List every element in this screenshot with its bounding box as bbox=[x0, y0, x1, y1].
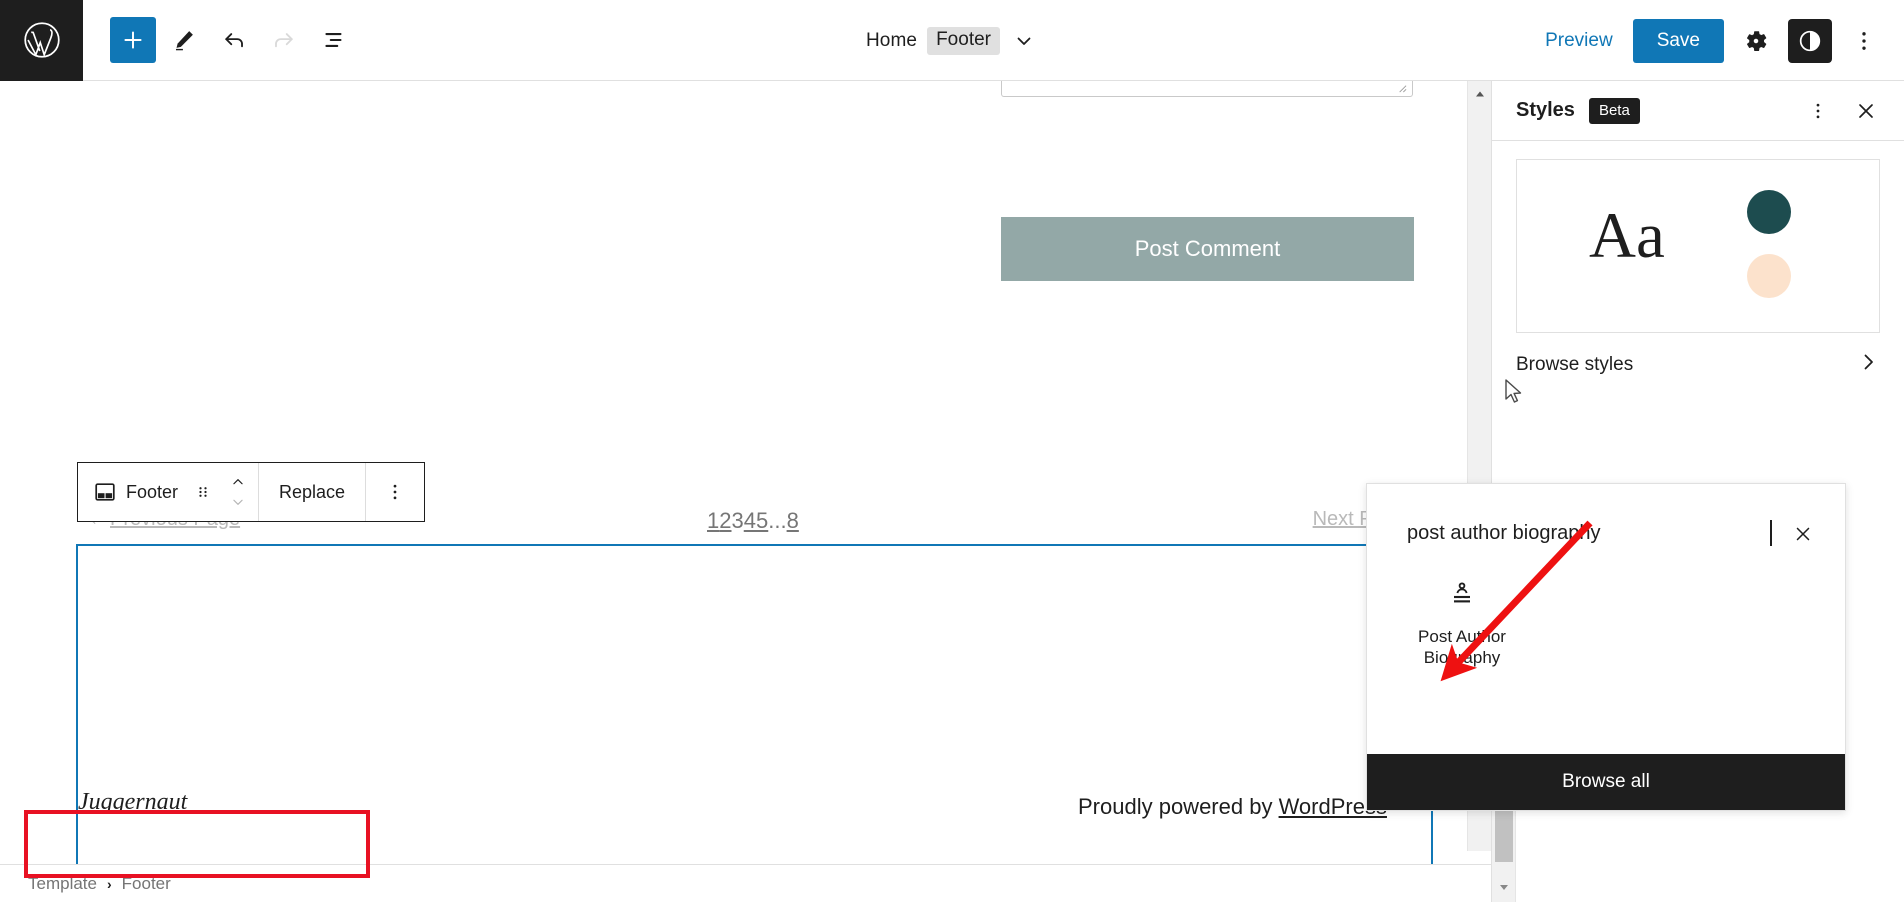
editor-scroll-region: Post Comment ← Previous Page 12345...8 N… bbox=[0, 81, 1491, 902]
breadcrumb-item-footer[interactable]: Footer bbox=[122, 874, 171, 894]
three-dots-vertical-icon[interactable] bbox=[1840, 17, 1888, 65]
template-part-icon[interactable] bbox=[78, 480, 118, 504]
document-home-label: Home bbox=[865, 29, 918, 51]
post-comment-button[interactable]: Post Comment bbox=[1001, 217, 1414, 281]
quick-block-inserter-popover: Post Author Biography Browse all bbox=[1366, 483, 1846, 811]
block-toolbar-replace-group: Replace bbox=[259, 463, 367, 521]
wordpress-site-editor: Home Footer Preview Save Post Comment 12… bbox=[0, 0, 1904, 902]
inserter-result-label: Post Author Biography bbox=[1418, 627, 1506, 668]
close-x-icon[interactable] bbox=[1785, 516, 1821, 552]
typography-sample: Aa bbox=[1589, 200, 1665, 272]
pencil-icon[interactable] bbox=[162, 18, 206, 62]
beta-badge: Beta bbox=[1588, 97, 1640, 124]
site-title-link[interactable]: Juggernaut bbox=[78, 789, 187, 816]
primary-color-swatch bbox=[1747, 190, 1791, 234]
top-bar-right-actions: Preview Save bbox=[1531, 0, 1904, 81]
preview-button[interactable]: Preview bbox=[1531, 22, 1627, 60]
block-inserter-toggle[interactable] bbox=[110, 17, 156, 63]
block-toolbar-left-group: Footer bbox=[78, 463, 260, 521]
three-dots-vertical-icon[interactable] bbox=[366, 481, 424, 503]
footer-template-part-block[interactable]: Juggernaut Proudly powered by WordPress … bbox=[76, 544, 1433, 902]
block-movers bbox=[218, 475, 258, 509]
block-toolbar-block-label: Footer bbox=[126, 481, 179, 502]
browse-styles-label: Browse styles bbox=[1516, 354, 1634, 375]
editor-top-bar: Home Footer Preview Save bbox=[0, 0, 1904, 81]
three-dots-vertical-icon[interactable] bbox=[1796, 89, 1840, 133]
wordpress-logo-icon[interactable] bbox=[0, 0, 83, 81]
text-cursor-caret bbox=[1770, 520, 1772, 546]
pagination-numbers[interactable]: 12345...8 bbox=[707, 508, 799, 534]
powered-prefix: Proudly powered by bbox=[1078, 794, 1279, 819]
post-author-biography-icon bbox=[1445, 578, 1479, 612]
sidebar-vertical-scrollbar[interactable] bbox=[1492, 802, 1516, 902]
chevron-down-icon[interactable] bbox=[227, 495, 249, 509]
gear-icon[interactable] bbox=[1732, 17, 1780, 65]
pagination-ellipsis: ... bbox=[768, 508, 787, 533]
secondary-color-swatch bbox=[1747, 254, 1791, 298]
page-number[interactable]: 5 bbox=[756, 508, 768, 533]
browse-all-button[interactable]: Browse all bbox=[1367, 754, 1845, 810]
save-button[interactable]: Save bbox=[1632, 18, 1724, 63]
chevron-right-icon bbox=[1856, 350, 1880, 380]
chevron-up-icon[interactable] bbox=[227, 475, 249, 489]
browse-styles-button[interactable]: Browse styles bbox=[1492, 333, 1904, 397]
editor-canvas: Post Comment ← Previous Page 12345...8 N… bbox=[0, 81, 1491, 902]
styles-sidebar-body: Aa bbox=[1492, 141, 1904, 333]
block-toolbar-more-group bbox=[366, 463, 424, 521]
page-number-current: 3 bbox=[731, 508, 744, 533]
close-x-icon[interactable] bbox=[1844, 89, 1888, 133]
page-number[interactable]: 2 bbox=[719, 508, 731, 533]
page-number[interactable]: 1 bbox=[707, 508, 719, 533]
powered-by-text: Proudly powered by WordPress bbox=[1078, 794, 1387, 820]
styles-sidebar-header: Styles Beta bbox=[1492, 81, 1904, 141]
inserter-search-input[interactable] bbox=[1407, 522, 1737, 545]
resize-grip-icon bbox=[1399, 85, 1407, 93]
comment-textarea[interactable] bbox=[1001, 81, 1413, 97]
document-template-chip[interactable]: Footer bbox=[927, 26, 1000, 55]
list-view-icon[interactable] bbox=[312, 18, 356, 62]
page-number-last[interactable]: 8 bbox=[787, 508, 799, 533]
page-number[interactable]: 4 bbox=[744, 508, 756, 533]
drag-handle-icon[interactable] bbox=[188, 482, 218, 502]
scrollbar-thumb[interactable] bbox=[1495, 806, 1513, 862]
breadcrumb-item-template[interactable]: Template bbox=[28, 874, 97, 894]
inserter-result-post-author-biography[interactable]: Post Author Biography bbox=[1407, 578, 1517, 669]
inserter-search-row bbox=[1367, 484, 1845, 552]
replace-button[interactable]: Replace bbox=[259, 482, 365, 503]
block-toolbar: Footer Replace bbox=[77, 462, 426, 522]
styles-header-actions bbox=[1796, 89, 1888, 133]
scroll-up-arrow-icon[interactable] bbox=[1468, 85, 1492, 103]
inserter-results-list: Post Author Biography bbox=[1367, 552, 1845, 669]
styles-panel-title: Styles bbox=[1516, 99, 1575, 121]
chevron-down-icon[interactable] bbox=[1010, 27, 1038, 55]
breadcrumb: Template › Footer bbox=[0, 864, 1491, 902]
style-preview-card[interactable]: Aa bbox=[1516, 159, 1880, 333]
contrast-half-circle-icon[interactable] bbox=[1788, 18, 1832, 63]
undo-arrow-icon[interactable] bbox=[212, 18, 256, 62]
redo-arrow-icon[interactable] bbox=[262, 18, 306, 62]
scroll-down-arrow-icon[interactable] bbox=[1492, 878, 1516, 896]
breadcrumb-separator-icon: › bbox=[106, 875, 112, 892]
editor-tools-group bbox=[83, 17, 356, 63]
